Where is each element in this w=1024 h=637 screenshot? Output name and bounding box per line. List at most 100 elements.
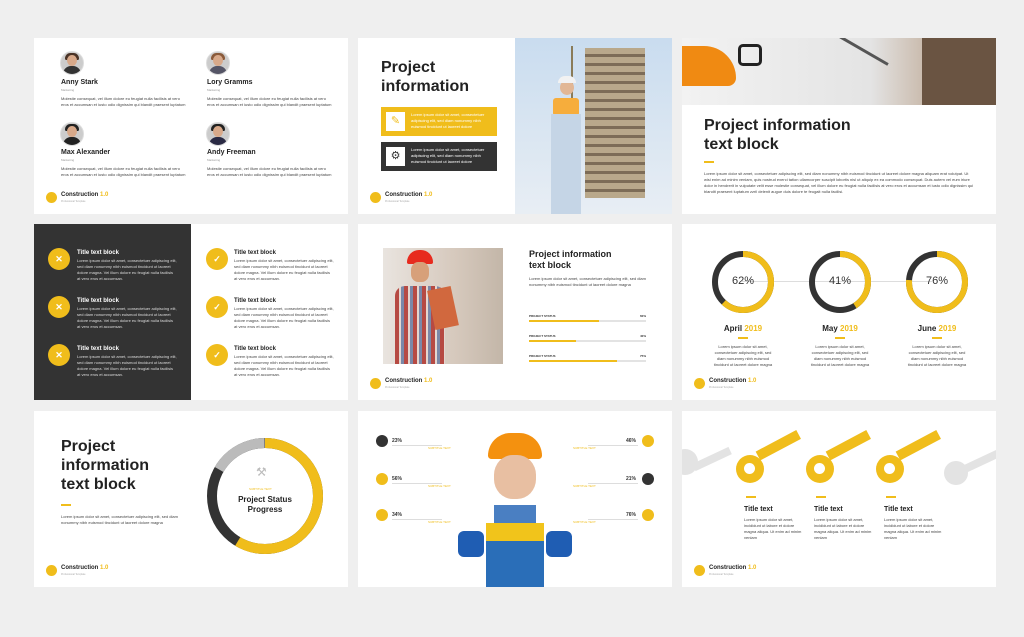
avatar xyxy=(206,122,230,146)
member-text: Molestie consequat, vel illum dolore eu … xyxy=(207,96,332,107)
avatar xyxy=(60,51,84,75)
key-text: Lorem ipsum dolor sit amet, incididunt u… xyxy=(744,517,802,540)
slide-worker-stats[interactable]: 23% SUBTITLE TEXT 56% SUBTITLE TEXT 34% SUBTI… xyxy=(358,411,672,587)
hammer-icon: ⚒ xyxy=(256,465,267,479)
slide-keys[interactable]: SUBTITLE TEXT Title text Lorem ipsum dolor… xyxy=(682,411,996,587)
month-name: May xyxy=(822,324,838,333)
item-title: Title text block xyxy=(77,250,119,256)
item-title: Title text block xyxy=(234,250,276,256)
status-label: PROJECT STATUS xyxy=(529,334,556,338)
brand-tagline: Professional Template xyxy=(709,573,734,576)
body-text: Lorem ipsum dolor sit amet, consectetuer… xyxy=(61,514,178,525)
body-text: Lorem ipsum dolor sit amet, consectetuer… xyxy=(704,171,974,194)
stat-percent: 21% xyxy=(626,476,637,482)
member-name: Anny Stark xyxy=(61,79,98,86)
month-label: May 2019 xyxy=(802,324,878,333)
info-box-yellow: ✎ Lorem ipsum dolor sit amet, consectetu… xyxy=(381,107,497,136)
progress-fill xyxy=(529,340,576,342)
stat-label: SUBTITLE TEXT xyxy=(573,520,596,524)
close-icon: ✕ xyxy=(48,296,70,318)
brand-name: Construction 1.0 xyxy=(385,378,433,384)
checkmark-icon: ✓ xyxy=(206,296,228,318)
month-year: 2019 xyxy=(744,324,763,333)
key-title: Title text xyxy=(814,506,843,513)
checkmark-icon: ✓ xyxy=(206,344,228,366)
slide-title: Project information text block xyxy=(529,249,612,270)
item-title: Title text block xyxy=(77,346,119,352)
brand-name: Construction 1.0 xyxy=(61,565,109,571)
item-text: Lorem ipsum dolor sit amet, consectetuer… xyxy=(77,354,177,377)
ring-subtitle: SUBTITLE TEXT xyxy=(249,487,272,491)
wheelbarrow-icon: ⚙ xyxy=(386,147,405,166)
close-icon: ✕ xyxy=(48,344,70,366)
member-role: Marketing xyxy=(61,88,75,92)
brand-tagline: Professional Template xyxy=(709,386,734,389)
info-box-dark: ⚙ Lorem ipsum dolor sit amet, consectetu… xyxy=(381,142,497,171)
member-name: Max Alexander xyxy=(61,149,111,156)
brand-name: Construction 1.0 xyxy=(385,192,433,198)
tool-icon xyxy=(642,509,654,521)
slide-title: Project information text block xyxy=(61,438,149,493)
key-shaft xyxy=(825,429,871,461)
tool-icon xyxy=(642,435,654,447)
stat-label: SUBTITLE TEXT xyxy=(573,484,596,488)
member-text: Molestie consequat, vel illum dolore eu … xyxy=(61,166,186,177)
ring-percent: 41% xyxy=(828,275,852,287)
accent-bar xyxy=(932,337,942,339)
month-text: Lorem ipsum dolor sit amet, consectetuer… xyxy=(810,344,870,367)
brand-logo-icon xyxy=(370,192,381,203)
month-name: June xyxy=(917,324,937,333)
item-text: Lorem ipsum dolor sit amet, consectetuer… xyxy=(234,354,334,377)
slide-title-blocks[interactable]: ✕ Title text block Lorem ipsum dolor sit a… xyxy=(34,224,348,400)
item-title: Title text block xyxy=(234,298,276,304)
status-percent: 75% xyxy=(640,354,647,358)
month-text: Lorem ipsum dolor sit amet, consectetuer… xyxy=(713,344,773,367)
stat-label: SUBTITLE TEXT xyxy=(573,446,596,450)
key-hole xyxy=(744,463,755,474)
brand-name: Construction 1.0 xyxy=(61,192,109,198)
member-role: Marketing xyxy=(207,88,221,92)
brand-logo-icon xyxy=(46,565,57,576)
brand-logo-icon xyxy=(694,565,705,576)
stat-percent: 23% xyxy=(392,438,403,444)
slide-project-status[interactable]: Project information text block Lorem ipsu… xyxy=(358,224,672,400)
slide-team[interactable]: Anny Stark Marketing Molestie consequat,… xyxy=(34,38,348,214)
brush-icon: ✎ xyxy=(386,112,405,131)
brand-logo-icon xyxy=(694,378,705,389)
accent-bar xyxy=(704,161,714,163)
tool-icon xyxy=(376,473,388,485)
brand-tagline: Professional Template xyxy=(61,573,86,576)
key-hole xyxy=(814,463,825,474)
slide-project-info-text[interactable]: Project information text block Lorem ipsu… xyxy=(682,38,996,214)
brand-tagline: Professional Template xyxy=(385,386,410,389)
member-role: Marketing xyxy=(207,158,221,162)
brand-logo-icon xyxy=(46,192,57,203)
avatar xyxy=(206,51,230,75)
slide-monthly-progress[interactable]: 62% April 2019 Lorem ipsum dolor sit amet,… xyxy=(682,224,996,400)
stat-percent: 46% xyxy=(626,438,637,444)
item-title: Title text block xyxy=(234,346,276,352)
slide-status-progress[interactable]: Project information text block Lorem ipsum… xyxy=(34,411,348,587)
blueprint-photo xyxy=(682,38,996,105)
stat-label: SUBTITLE TEXT xyxy=(428,446,451,450)
month-year: 2019 xyxy=(840,324,858,333)
tool-icon xyxy=(642,473,654,485)
close-icon: ✕ xyxy=(48,248,70,270)
slide-title: Project information text block xyxy=(704,117,851,153)
status-percent: 40% xyxy=(640,334,647,338)
status-percent: 60% xyxy=(640,314,647,318)
status-label: PROJECT STATUS xyxy=(529,354,556,358)
member-text: Molestie consequat, vel illum dolore eu … xyxy=(207,166,332,177)
month-label: June 2019 xyxy=(899,324,975,333)
key-shaft xyxy=(895,429,941,461)
brand-tagline: Professional Template xyxy=(61,200,86,203)
key-text: Lorem ipsum dolor sit amet, incididunt u… xyxy=(884,517,942,540)
slide-project-info[interactable]: Project information ✎ Lorem ipsum dolor s… xyxy=(358,38,672,214)
stat-label: SUBTITLE TEXT xyxy=(428,520,451,524)
brand-name: Construction 1.0 xyxy=(709,378,757,384)
member-role: Marketing xyxy=(61,158,75,162)
item-text: Lorem ipsum dolor sit amet, consectetuer… xyxy=(77,306,177,329)
key-hole xyxy=(884,463,895,474)
item-text: Lorem ipsum dolor sit amet, consectetuer… xyxy=(234,258,334,281)
worker-thumbs-up-photo xyxy=(458,431,572,587)
